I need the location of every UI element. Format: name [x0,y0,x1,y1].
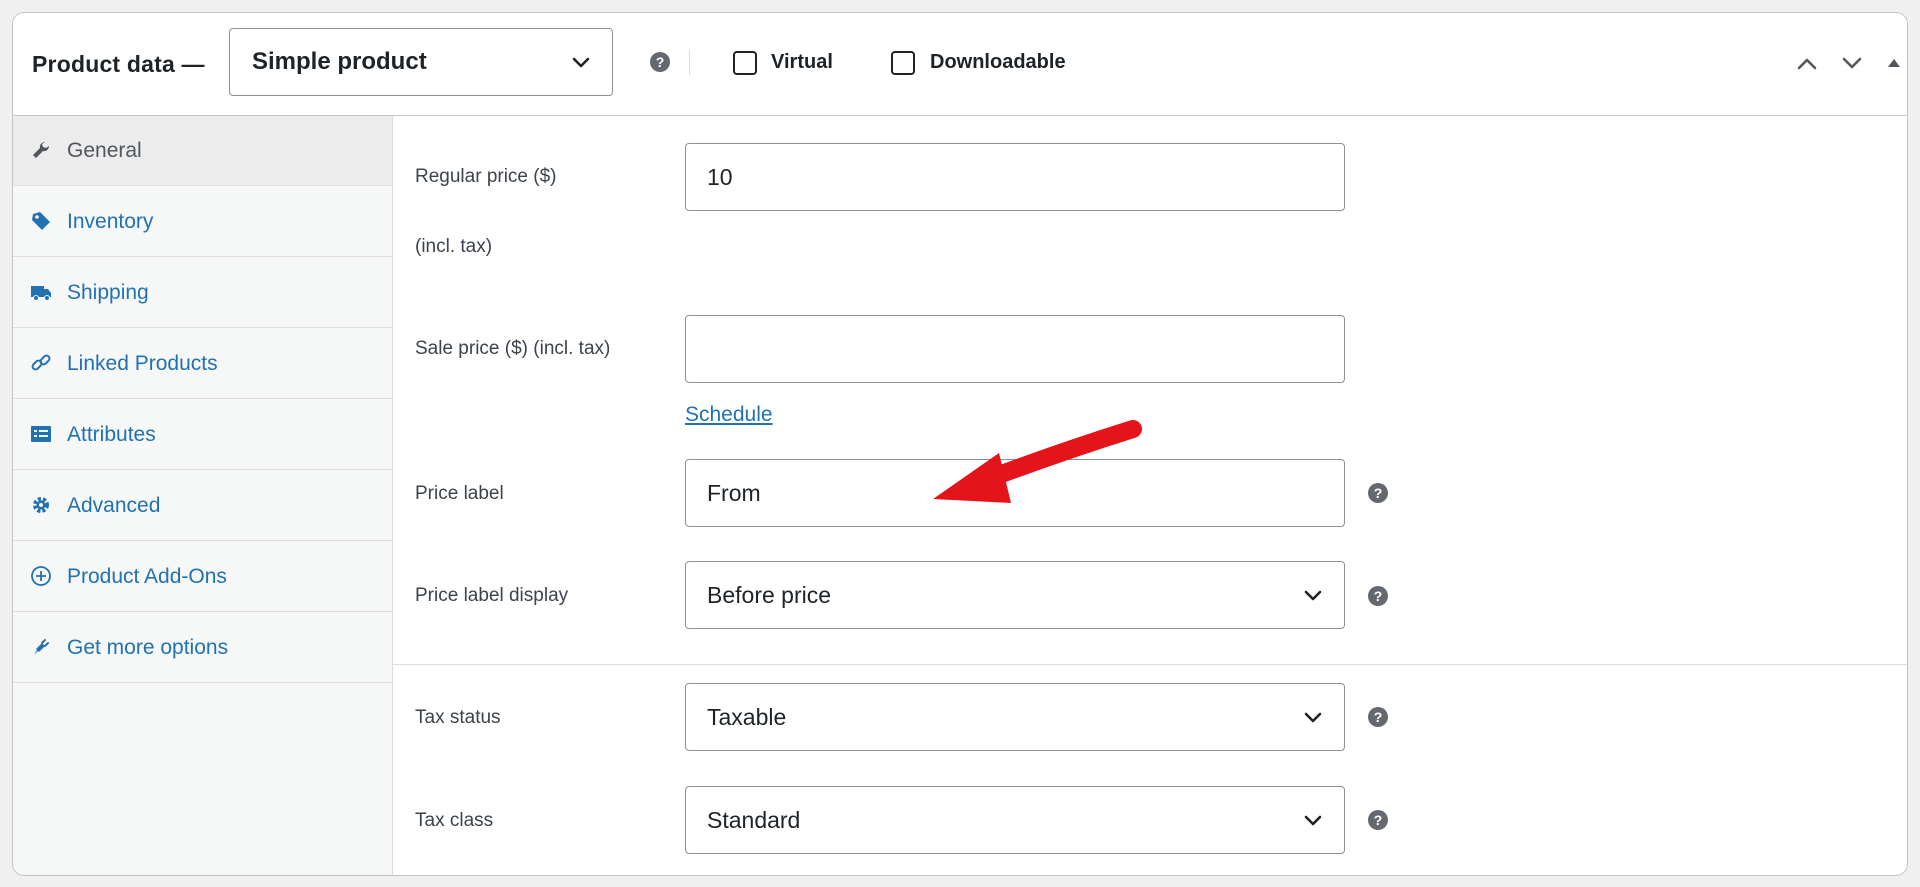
regular-price-label: Regular price ($) [415,166,557,187]
tab-label: Shipping [67,281,149,304]
product-data-tabs: General Inventory Shipping Linked Produc… [13,116,393,875]
link-icon [31,354,51,371]
tab-label: Inventory [67,210,154,233]
tab-label: Get more options [67,636,229,659]
tab-get-more-options[interactable]: Get more options [13,613,392,683]
price-label-display-select[interactable]: Before price [685,561,1345,629]
price-label-display-value: Before price [707,582,832,608]
chevron-up-icon[interactable] [1795,53,1819,73]
sale-price-label: Sale price ($) (incl. tax) [415,338,611,359]
regular-price-input[interactable]: 10 [685,143,1345,211]
help-icon[interactable]: ? [1368,586,1388,606]
gear-icon [33,497,49,513]
tax-class-select[interactable]: Standard [685,786,1345,854]
tax-status-label: Tax status [415,707,501,728]
sale-price-input[interactable] [685,315,1345,383]
price-label-value: From [707,480,761,506]
product-type-value: Simple product [252,48,427,75]
wrench-icon [33,141,50,158]
help-icon[interactable]: ? [1368,810,1388,830]
virtual-checkbox[interactable] [733,51,757,75]
schedule-link[interactable]: Schedule [685,403,773,427]
price-label-label: Price label [415,483,504,504]
tab-label: Advanced [67,494,161,517]
divider [689,49,690,75]
product-data-panel: Product data — Simple product ? Virtual … [12,12,1908,876]
plugin-icon [34,639,49,655]
help-icon[interactable]: ? [1368,707,1388,727]
downloadable-checkbox[interactable] [891,51,915,75]
section-divider [393,664,1907,665]
annotation-arrow-icon [933,420,1142,503]
tab-attributes[interactable]: Attributes [13,400,392,470]
help-icon[interactable]: ? [1368,483,1388,503]
plus-circle-icon [31,566,51,586]
product-type-select[interactable]: Simple product [229,28,613,96]
tab-shipping[interactable]: Shipping [13,258,392,328]
tab-product-add-ons[interactable]: Product Add-Ons [13,542,392,612]
collapse-triangle-icon[interactable] [1885,53,1903,73]
help-icon[interactable]: ? [650,52,670,72]
virtual-label: Virtual [771,51,833,73]
regular-price-value: 10 [707,164,733,190]
panel-title: Product data — [32,51,205,77]
tab-inventory[interactable]: Inventory [13,187,392,257]
chevron-down-icon [572,57,590,68]
chevron-down-icon [1304,590,1322,601]
tab-label: Attributes [67,423,156,446]
truck-icon [31,286,51,301]
tab-label: Linked Products [67,352,218,375]
chevron-down-icon [1304,815,1322,826]
tab-advanced[interactable]: Advanced [13,471,392,541]
tax-status-value: Taxable [707,704,787,730]
tab-linked-products[interactable]: Linked Products [13,329,392,399]
downloadable-label: Downloadable [930,51,1066,73]
regular-price-tax-note: (incl. tax) [415,236,493,257]
tax-status-select[interactable]: Taxable [685,683,1345,751]
list-icon [31,426,51,442]
chevron-down-icon [1304,712,1322,723]
price-label-display-label: Price label display [415,585,569,606]
tab-general[interactable]: General [13,116,392,186]
tax-class-label: Tax class [415,810,494,831]
tag-icon [32,212,50,230]
chevron-down-icon[interactable] [1840,53,1864,73]
panel-header: Product data — Simple product ? Virtual … [13,13,1907,116]
tab-label: Product Add-Ons [67,565,227,588]
tax-class-value: Standard [707,807,801,833]
tab-label: General [67,139,142,162]
